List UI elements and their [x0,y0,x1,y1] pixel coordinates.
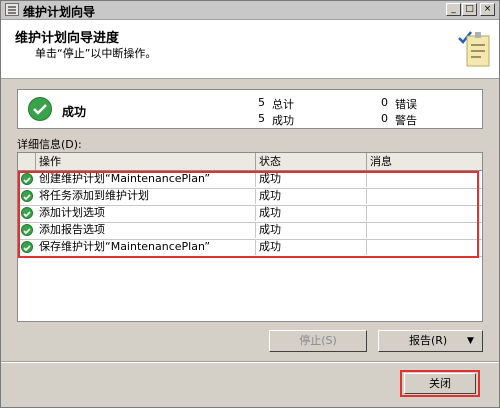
maximize-button[interactable]: □ [462,3,477,16]
close-button-highlight [400,370,480,397]
success-check-icon [28,97,52,121]
wizard-header: 维护计划向导进度 单击“停止”以中断操作。 [1,20,499,79]
overall-status: 成功 [62,105,87,119]
report-button-label: 报告(R) [409,334,448,347]
summary-panel: 成功 5 总计 5 成功 0 错误 0 警告 [17,89,483,129]
total-label: 总计 [272,98,294,111]
warning-count: 0 [381,112,388,125]
title-bar[interactable]: 维护计划向导 _ □ × [1,1,499,20]
stop-button[interactable]: 停止(S) [269,330,367,352]
grid-header: 操作 状态 消息 [18,153,482,171]
rows-highlight-box [18,171,479,258]
header-icon-cell [18,153,36,170]
column-header-message[interactable]: 消息 [367,153,482,170]
error-label: 错误 [395,98,417,111]
footer-separator [1,361,499,363]
minimize-button[interactable]: _ [446,3,461,16]
error-count: 0 [381,96,388,109]
total-count: 5 [258,96,265,109]
page-title: 维护计划向导进度 [15,31,120,46]
close-window-button[interactable]: × [480,3,495,16]
wizard-window: 维护计划向导 _ □ × 维护计划向导进度 单击“停止”以中断操作。 成功 5 … [0,0,500,408]
column-header-status[interactable]: 状态 [256,153,367,170]
details-label: 详细信息(D): [17,138,82,151]
wizard-checklist-icon [458,31,490,67]
report-button[interactable]: 报告(R) ▼ [378,330,483,352]
page-subtitle: 单击“停止”以中断操作。 [35,47,157,60]
column-header-action[interactable]: 操作 [36,153,256,170]
success-count: 5 [258,112,265,125]
app-icon [5,3,19,16]
window-title: 维护计划向导 [23,5,96,19]
success-label: 成功 [272,114,294,127]
chevron-down-icon: ▼ [467,336,474,346]
warning-label: 警告 [395,114,417,127]
